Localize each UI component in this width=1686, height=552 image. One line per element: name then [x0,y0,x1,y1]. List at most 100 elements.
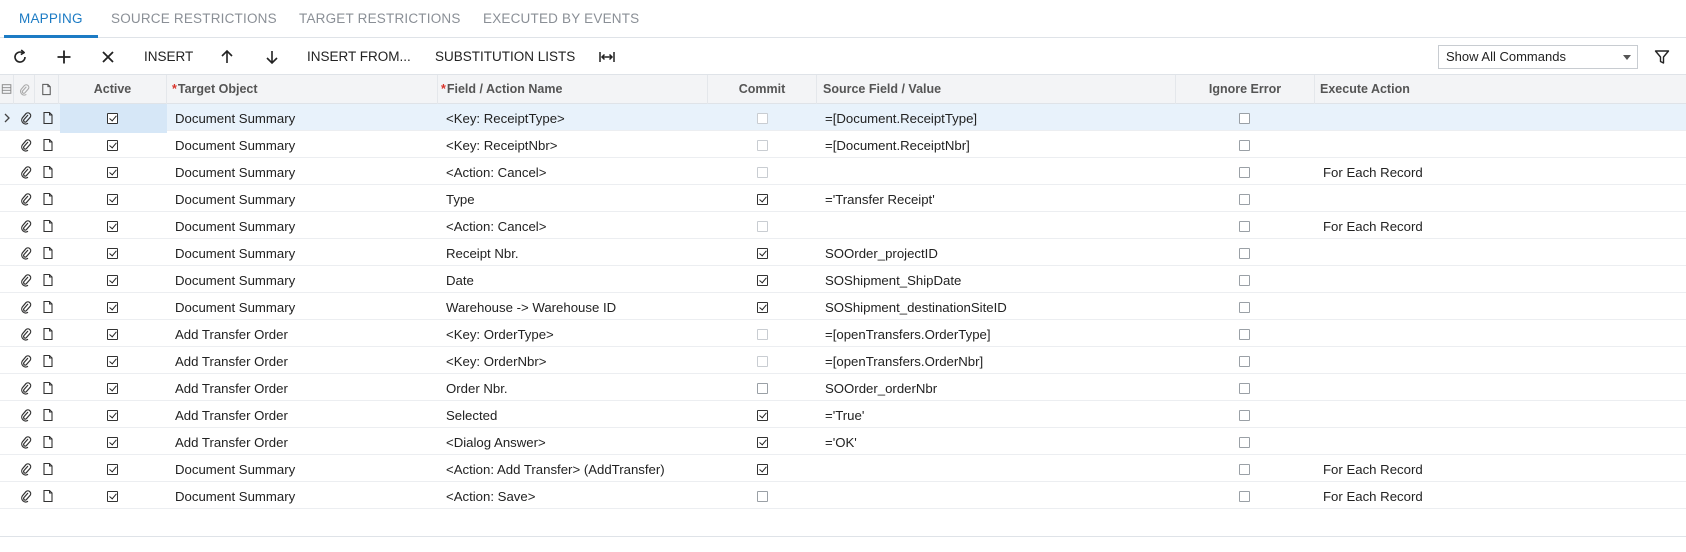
note-icon[interactable] [41,111,55,125]
paperclip-icon[interactable] [19,138,33,152]
field-action-cell[interactable]: <Action: Save> [446,482,704,511]
commit-checkbox[interactable] [757,113,768,124]
column-header-target-object[interactable]: *Target Object [167,75,438,104]
execute-action-cell[interactable] [1323,239,1683,268]
paperclip-icon[interactable] [19,192,33,206]
active-cell[interactable] [60,347,167,376]
note-icon[interactable] [41,138,55,152]
source-field-cell[interactable]: =[Document.ReceiptNbr] [825,131,1173,160]
field-action-cell[interactable]: <Action: Add Transfer> (AddTransfer) [446,455,704,484]
active-cell[interactable] [60,185,167,214]
fit-columns-icon[interactable] [597,47,617,67]
table-row[interactable]: Document Summary Receipt Nbr. SOOrder_proj… [0,239,1686,266]
paperclip-icon[interactable] [19,408,33,422]
ignore-error-checkbox[interactable] [1239,248,1250,259]
source-field-cell[interactable]: SOOrder_orderNbr [825,374,1173,403]
active-checkbox[interactable] [107,194,118,205]
target-object-cell[interactable]: Document Summary [175,455,435,484]
active-checkbox[interactable] [107,491,118,502]
commit-cell[interactable] [708,185,817,214]
ignore-error-cell[interactable] [1176,266,1315,295]
active-checkbox[interactable] [107,275,118,286]
insert-from-button[interactable]: INSERT FROM... [307,38,411,75]
table-row[interactable]: Add Transfer Order <Key: OrderType> =[open… [0,320,1686,347]
tab-target-restrictions[interactable]: TARGET RESTRICTIONS [299,0,461,38]
commit-cell[interactable] [708,347,817,376]
table-row[interactable]: Add Transfer Order <Dialog Answer> ='OK' [0,428,1686,455]
field-action-cell[interactable]: Type [446,185,704,214]
note-icon[interactable] [41,165,55,179]
paperclip-icon[interactable] [19,381,33,395]
table-row[interactable]: Document Summary <Action: Cancel> For Each… [0,212,1686,239]
ignore-error-checkbox[interactable] [1239,275,1250,286]
active-checkbox[interactable] [107,356,118,367]
ignore-error-checkbox[interactable] [1239,491,1250,502]
active-cell[interactable] [60,104,167,133]
target-object-cell[interactable]: Add Transfer Order [175,428,435,457]
ignore-error-cell[interactable] [1176,239,1315,268]
column-header-active[interactable]: Active [59,75,167,104]
active-cell[interactable] [60,131,167,160]
execute-action-cell[interactable]: For Each Record [1323,482,1683,511]
filter-icon[interactable] [1652,47,1672,67]
note-icon[interactable] [41,354,55,368]
table-row[interactable]: Document Summary Date SOShipment_ShipDate [0,266,1686,293]
active-cell[interactable] [60,455,167,484]
target-object-cell[interactable]: Add Transfer Order [175,320,435,349]
ignore-error-checkbox[interactable] [1239,437,1250,448]
commit-checkbox[interactable] [757,437,768,448]
paperclip-icon[interactable] [19,462,33,476]
active-cell[interactable] [60,293,167,322]
note-icon[interactable] [41,246,55,260]
execute-action-cell[interactable] [1323,266,1683,295]
execute-action-cell[interactable] [1323,320,1683,349]
paperclip-icon[interactable] [19,489,33,503]
note-icon[interactable] [41,327,55,341]
execute-action-cell[interactable]: For Each Record [1323,212,1683,241]
active-cell[interactable] [60,482,167,511]
commit-cell[interactable] [708,293,817,322]
active-checkbox[interactable] [107,248,118,259]
ignore-error-cell[interactable] [1176,320,1315,349]
target-object-cell[interactable]: Document Summary [175,104,435,133]
source-field-cell[interactable] [825,455,1173,484]
tab-executed-by-events[interactable]: EXECUTED BY EVENTS [483,0,639,38]
close-icon[interactable] [98,47,118,67]
field-action-cell[interactable]: <Key: ReceiptNbr> [446,131,704,160]
commit-cell[interactable] [708,266,817,295]
execute-action-cell[interactable]: For Each Record [1323,455,1683,484]
ignore-error-cell[interactable] [1176,401,1315,430]
tab-source-restrictions[interactable]: SOURCE RESTRICTIONS [111,0,277,38]
active-cell[interactable] [60,320,167,349]
field-action-cell[interactable]: Receipt Nbr. [446,239,704,268]
source-field-cell[interactable]: ='True' [825,401,1173,430]
commit-checkbox[interactable] [757,194,768,205]
commit-cell[interactable] [708,131,817,160]
commit-cell[interactable] [708,401,817,430]
field-action-cell[interactable]: Order Nbr. [446,374,704,403]
commit-checkbox[interactable] [757,410,768,421]
target-object-cell[interactable]: Document Summary [175,131,435,160]
active-checkbox[interactable] [107,221,118,232]
commit-cell[interactable] [708,455,817,484]
paperclip-icon[interactable] [19,300,33,314]
ignore-error-checkbox[interactable] [1239,140,1250,151]
field-action-cell[interactable]: Date [446,266,704,295]
target-object-cell[interactable]: Add Transfer Order [175,401,435,430]
command-filter-select[interactable]: Show All Commands [1438,45,1638,69]
active-cell[interactable] [60,239,167,268]
source-field-cell[interactable]: =[openTransfers.OrderNbr] [825,347,1173,376]
ignore-error-cell[interactable] [1176,185,1315,214]
ignore-error-checkbox[interactable] [1239,383,1250,394]
field-action-cell[interactable]: Selected [446,401,704,430]
execute-action-cell[interactable] [1323,293,1683,322]
execute-action-cell[interactable] [1323,374,1683,403]
commit-cell[interactable] [708,482,817,511]
refresh-icon[interactable] [10,47,30,67]
paperclip-icon[interactable] [19,165,33,179]
source-field-cell[interactable]: ='OK' [825,428,1173,457]
target-object-cell[interactable]: Document Summary [175,158,435,187]
ignore-error-checkbox[interactable] [1239,221,1250,232]
ignore-error-cell[interactable] [1176,131,1315,160]
active-checkbox[interactable] [107,383,118,394]
